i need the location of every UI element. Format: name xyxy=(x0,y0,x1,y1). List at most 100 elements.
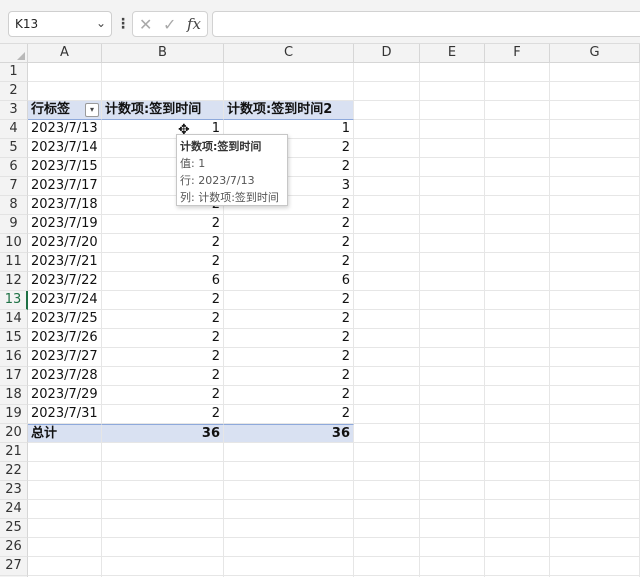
cell-a2[interactable] xyxy=(28,82,102,101)
cell-a26[interactable] xyxy=(28,538,102,557)
cell-c24[interactable] xyxy=(224,500,354,519)
cell-f16[interactable] xyxy=(485,348,550,367)
cell-g10[interactable] xyxy=(550,234,640,253)
cell-f3[interactable] xyxy=(485,101,550,120)
column-header-f[interactable]: F xyxy=(485,44,550,63)
cell-d25[interactable] xyxy=(354,519,420,538)
cell-c21[interactable] xyxy=(224,443,354,462)
column-header-b[interactable]: B xyxy=(102,44,224,63)
cell-d17[interactable] xyxy=(354,367,420,386)
pivot-value-count1[interactable]: 2 xyxy=(102,253,224,272)
row-header-6[interactable]: 6 xyxy=(0,158,28,177)
cell-b22[interactable] xyxy=(102,462,224,481)
cell-d21[interactable] xyxy=(354,443,420,462)
cell-g14[interactable] xyxy=(550,310,640,329)
cell-e21[interactable] xyxy=(420,443,485,462)
row-header-27[interactable]: 27 xyxy=(0,557,28,576)
more-options-icon[interactable]: ⋮ xyxy=(116,14,130,34)
cell-e23[interactable] xyxy=(420,481,485,500)
pivot-value-count2[interactable]: 2 xyxy=(224,329,354,348)
column-header-g[interactable]: G xyxy=(550,44,640,63)
pivot-row-date[interactable]: 2023/7/28 xyxy=(28,367,102,386)
pivot-value-count2[interactable]: 2 xyxy=(224,253,354,272)
cell-f20[interactable] xyxy=(485,424,550,443)
pivot-value-count2[interactable]: 2 xyxy=(224,215,354,234)
cell-f17[interactable] xyxy=(485,367,550,386)
cell-c26[interactable] xyxy=(224,538,354,557)
pivot-value-count2[interactable]: 2 xyxy=(224,310,354,329)
cell-e15[interactable] xyxy=(420,329,485,348)
cell-g25[interactable] xyxy=(550,519,640,538)
pivot-value-count1[interactable]: 2 xyxy=(102,386,224,405)
pivot-row-date[interactable]: 2023/7/14 xyxy=(28,139,102,158)
pivot-row-date[interactable]: 2023/7/15 xyxy=(28,158,102,177)
row-header-24[interactable]: 24 xyxy=(0,500,28,519)
column-header-a[interactable]: A xyxy=(28,44,102,63)
cell-f18[interactable] xyxy=(485,386,550,405)
pivot-value-count1[interactable]: 2 xyxy=(102,405,224,424)
row-header-23[interactable]: 23 xyxy=(0,481,28,500)
cell-f6[interactable] xyxy=(485,158,550,177)
cell-e6[interactable] xyxy=(420,158,485,177)
cell-e8[interactable] xyxy=(420,196,485,215)
cell-d23[interactable] xyxy=(354,481,420,500)
cell-d24[interactable] xyxy=(354,500,420,519)
cell-d18[interactable] xyxy=(354,386,420,405)
cell-g27[interactable] xyxy=(550,557,640,576)
cell-d20[interactable] xyxy=(354,424,420,443)
cell-g17[interactable] xyxy=(550,367,640,386)
cell-d7[interactable] xyxy=(354,177,420,196)
pivot-total-count1[interactable]: 36 xyxy=(102,424,224,443)
pivot-value-count2[interactable]: 2 xyxy=(224,367,354,386)
pivot-value-count1[interactable]: 2 xyxy=(102,367,224,386)
cell-a24[interactable] xyxy=(28,500,102,519)
row-header-18[interactable]: 18 xyxy=(0,386,28,405)
cell-e27[interactable] xyxy=(420,557,485,576)
cell-f2[interactable] xyxy=(485,82,550,101)
pivot-value-count2[interactable]: 2 xyxy=(224,291,354,310)
cell-g20[interactable] xyxy=(550,424,640,443)
row-header-7[interactable]: 7 xyxy=(0,177,28,196)
cell-g11[interactable] xyxy=(550,253,640,272)
cell-d2[interactable] xyxy=(354,82,420,101)
cell-a25[interactable] xyxy=(28,519,102,538)
pivot-row-date[interactable]: 2023/7/18 xyxy=(28,196,102,215)
cell-e19[interactable] xyxy=(420,405,485,424)
cell-d10[interactable] xyxy=(354,234,420,253)
cell-g23[interactable] xyxy=(550,481,640,500)
cell-g24[interactable] xyxy=(550,500,640,519)
cell-g26[interactable] xyxy=(550,538,640,557)
cell-f7[interactable] xyxy=(485,177,550,196)
cell-c27[interactable] xyxy=(224,557,354,576)
cell-e18[interactable] xyxy=(420,386,485,405)
cell-d15[interactable] xyxy=(354,329,420,348)
row-header-10[interactable]: 10 xyxy=(0,234,28,253)
cell-g9[interactable] xyxy=(550,215,640,234)
cell-d5[interactable] xyxy=(354,139,420,158)
cell-g6[interactable] xyxy=(550,158,640,177)
cell-f12[interactable] xyxy=(485,272,550,291)
column-header-d[interactable]: D xyxy=(354,44,420,63)
cell-e20[interactable] xyxy=(420,424,485,443)
cell-f13[interactable] xyxy=(485,291,550,310)
cell-f5[interactable] xyxy=(485,139,550,158)
cell-f27[interactable] xyxy=(485,557,550,576)
cell-e7[interactable] xyxy=(420,177,485,196)
row-header-2[interactable]: 2 xyxy=(0,82,28,101)
cell-d6[interactable] xyxy=(354,158,420,177)
pivot-row-date[interactable]: 2023/7/21 xyxy=(28,253,102,272)
column-header-e[interactable]: E xyxy=(420,44,485,63)
cell-g16[interactable] xyxy=(550,348,640,367)
cell-g18[interactable] xyxy=(550,386,640,405)
pivot-value-count1[interactable]: 2 xyxy=(102,348,224,367)
pivot-count-header-2[interactable]: 计数项:签到时间2 xyxy=(224,101,354,120)
cell-d16[interactable] xyxy=(354,348,420,367)
row-header-25[interactable]: 25 xyxy=(0,519,28,538)
pivot-row-date[interactable]: 2023/7/20 xyxy=(28,234,102,253)
cell-f22[interactable] xyxy=(485,462,550,481)
cell-f26[interactable] xyxy=(485,538,550,557)
cell-f23[interactable] xyxy=(485,481,550,500)
cell-d14[interactable] xyxy=(354,310,420,329)
pivot-value-count2[interactable]: 2 xyxy=(224,405,354,424)
row-header-4[interactable]: 4 xyxy=(0,120,28,139)
